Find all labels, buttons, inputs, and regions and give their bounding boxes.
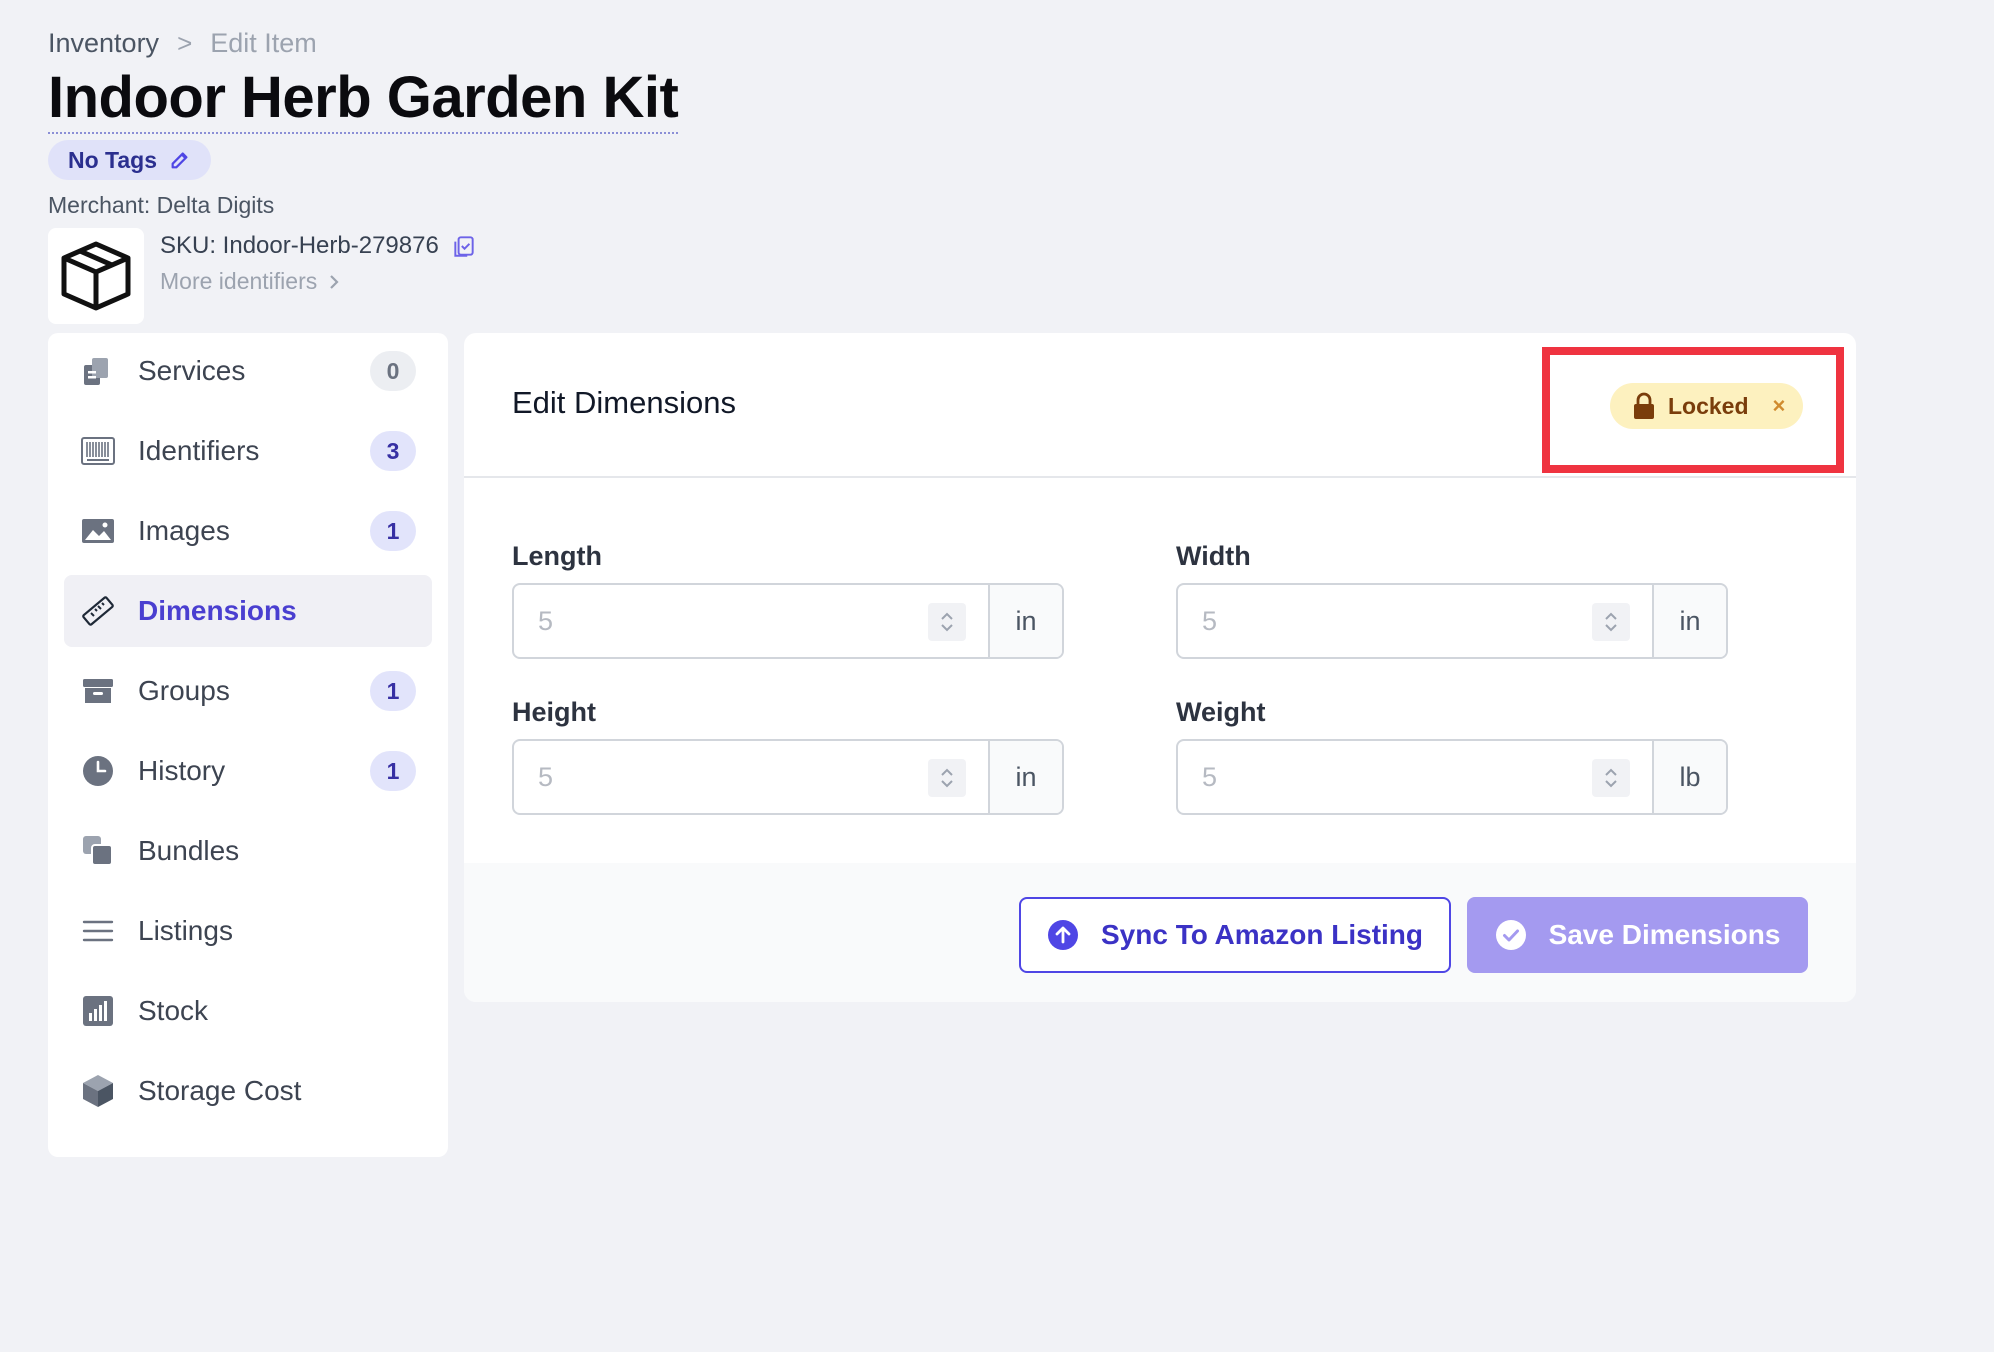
sidebar-item-label: Storage Cost [138, 1075, 302, 1106]
stepper-arrows-icon [1605, 768, 1617, 788]
stepper-arrows-icon [941, 612, 953, 632]
sidebar-item-dimensions[interactable]: Dimensions [64, 575, 432, 647]
more-identifiers-link[interactable]: More identifiers [160, 268, 341, 295]
height-value: 5 [538, 761, 554, 792]
card-header: Edit Dimensions Locked × [464, 333, 1856, 478]
width-input[interactable]: 5 [1178, 585, 1652, 657]
height-stepper[interactable] [928, 759, 966, 797]
sidebar-item-identifiers[interactable]: Identifiers 3 [64, 415, 432, 487]
barcode-icon [80, 433, 116, 469]
length-label: Length [512, 541, 602, 571]
services-icon [80, 353, 116, 389]
breadcrumb: Inventory > Edit Item [48, 28, 317, 59]
lock-icon [1634, 392, 1654, 419]
tags-button[interactable]: No Tags [48, 140, 212, 180]
sidebar-item-label: History [138, 755, 226, 786]
sidebar-nav: Services 0 Identifiers 3 Images 1 Dimens… [48, 333, 448, 1157]
chevron-right-icon [330, 274, 339, 289]
sidebar-item-label: Bundles [138, 835, 240, 866]
weight-field: 5 lb [1176, 739, 1728, 815]
weight-label: Weight [1176, 697, 1266, 727]
count-badge: 1 [370, 671, 416, 711]
weight-stepper[interactable] [1592, 759, 1630, 797]
sidebar-item-bundles[interactable]: Bundles [64, 815, 432, 887]
sidebar-item-storage-cost[interactable]: Storage Cost [64, 1055, 432, 1127]
chart-icon [80, 993, 116, 1029]
height-input[interactable]: 5 [514, 741, 988, 813]
sidebar-item-history[interactable]: History 1 [64, 735, 432, 807]
length-value: 5 [538, 605, 554, 636]
sidebar-item-groups[interactable]: Groups 1 [64, 655, 432, 727]
width-label: Width [1176, 541, 1251, 571]
locked-label: Locked [1668, 392, 1749, 419]
product-thumbnail [48, 228, 144, 324]
sidebar-item-stock[interactable]: Stock [64, 975, 432, 1047]
sidebar-item-label: Images [138, 515, 230, 546]
width-stepper[interactable] [1592, 603, 1630, 641]
merchant-label: Merchant: Delta Digits [48, 192, 275, 218]
weight-unit: lb [1652, 741, 1726, 813]
sidebar-item-listings[interactable]: Listings [64, 895, 432, 967]
count-badge: 1 [370, 511, 416, 551]
length-stepper[interactable] [928, 603, 966, 641]
breadcrumb-inventory-link[interactable]: Inventory [48, 28, 159, 59]
sidebar-item-label: Groups [138, 675, 230, 706]
sidebar-item-label: Services [138, 355, 246, 386]
more-identifiers-label: More identifiers [160, 268, 318, 294]
card-title: Edit Dimensions [512, 385, 736, 420]
breadcrumb-current: Edit Item [210, 28, 317, 58]
breadcrumb-separator: > [177, 28, 193, 58]
image-icon [80, 513, 116, 549]
upload-arrow-icon [1047, 920, 1078, 950]
list-icon [80, 913, 116, 949]
save-dimensions-button[interactable]: Save Dimensions [1467, 897, 1808, 973]
height-unit: in [988, 741, 1062, 813]
sidebar-item-label: Dimensions [138, 595, 297, 626]
cube-icon [80, 1073, 116, 1109]
sync-to-amazon-button[interactable]: Sync To Amazon Listing [1019, 897, 1451, 973]
edit-dimensions-card: Edit Dimensions Locked × Length 5 in Wid… [464, 333, 1856, 1002]
sidebar-item-images[interactable]: Images 1 [64, 495, 432, 567]
count-badge: 0 [370, 351, 416, 391]
clock-icon [80, 753, 116, 789]
unlock-close-icon[interactable]: × [1773, 393, 1786, 419]
sidebar-item-label: Stock [138, 995, 209, 1026]
stepper-arrows-icon [1605, 612, 1617, 632]
sidebar-item-services[interactable]: Services 0 [64, 335, 432, 407]
stepper-arrows-icon [941, 768, 953, 788]
pencil-icon [171, 152, 188, 169]
height-field: 5 in [512, 739, 1064, 815]
page-title[interactable]: Indoor Herb Garden Kit [48, 68, 679, 134]
copy-icon[interactable] [451, 233, 477, 259]
locked-badge[interactable]: Locked × [1610, 383, 1804, 429]
weight-value: 5 [1202, 761, 1218, 792]
archive-icon [80, 673, 116, 709]
sku-row: SKU: Indoor-Herb-279876 [160, 232, 477, 260]
height-label: Height [512, 697, 596, 727]
save-button-label: Save Dimensions [1548, 919, 1781, 950]
length-input[interactable]: 5 [514, 585, 988, 657]
length-unit: in [988, 585, 1062, 657]
sidebar-item-label: Identifiers [138, 435, 260, 466]
sync-button-label: Sync To Amazon Listing [1100, 919, 1423, 950]
sidebar-item-label: Listings [138, 915, 233, 946]
check-circle-icon [1495, 920, 1526, 950]
width-value: 5 [1202, 605, 1218, 636]
tags-label: No Tags [68, 146, 158, 173]
sku-label: SKU: Indoor-Herb-279876 [160, 232, 439, 259]
bundles-icon [80, 833, 116, 869]
width-unit: in [1652, 585, 1726, 657]
weight-input[interactable]: 5 [1178, 741, 1652, 813]
width-field: 5 in [1176, 583, 1728, 659]
count-badge: 3 [370, 431, 416, 471]
ruler-icon [80, 593, 116, 629]
length-field: 5 in [512, 583, 1064, 659]
count-badge: 1 [370, 751, 416, 791]
box-icon [61, 241, 131, 311]
